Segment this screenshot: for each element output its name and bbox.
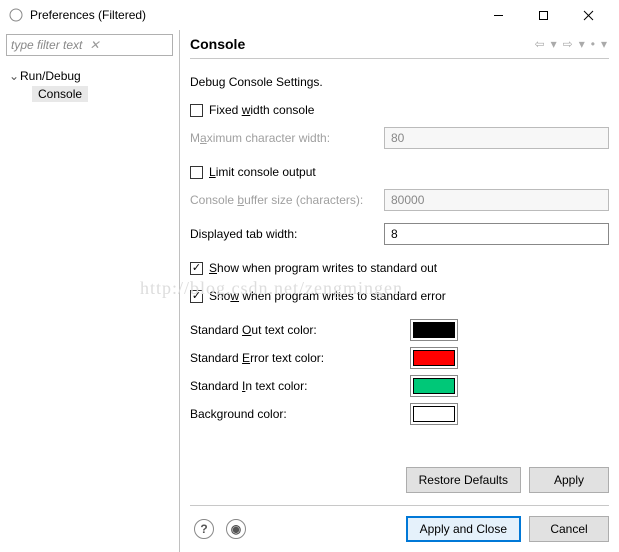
tab-width-input[interactable]: 8 — [384, 223, 609, 245]
back-icon[interactable]: ⇦ — [533, 37, 547, 51]
help-icon[interactable]: ? — [194, 519, 214, 539]
apply-and-close-button[interactable]: Apply and Close — [406, 516, 521, 542]
apply-button[interactable]: Apply — [529, 467, 609, 493]
tree-twisty-icon: ⌄ — [8, 69, 20, 83]
stdout-color-label: Standard Out text color: — [190, 323, 410, 337]
close-button[interactable] — [566, 1, 611, 29]
bg-color-button[interactable] — [410, 403, 458, 425]
tree-item-run-debug[interactable]: ⌄ Run/Debug — [2, 66, 177, 86]
show-stderr-checkbox[interactable] — [190, 290, 203, 303]
export-icon[interactable]: ◉ — [226, 519, 246, 539]
clear-filter-icon[interactable]: ✕ — [90, 38, 169, 52]
tab-width-label: Displayed tab width: — [190, 227, 297, 241]
stdin-color-label: Standard In text color: — [190, 379, 410, 393]
limit-output-checkbox[interactable] — [190, 166, 203, 179]
show-stdout-checkbox[interactable] — [190, 262, 203, 275]
bg-color-label: Background color: — [190, 407, 410, 421]
stdin-color-button[interactable] — [410, 375, 458, 397]
page-title: Console — [190, 36, 533, 52]
cancel-button[interactable]: Cancel — [529, 516, 609, 542]
window-title: Preferences (Filtered) — [30, 8, 476, 22]
fixed-width-checkbox[interactable] — [190, 104, 203, 117]
buffer-size-input: 80000 — [384, 189, 609, 211]
filter-placeholder: type filter text — [11, 38, 90, 52]
stdout-color-button[interactable] — [410, 319, 458, 341]
stderr-color-label: Standard Error text color: — [190, 351, 410, 365]
max-char-width-input: 80 — [384, 127, 609, 149]
restore-defaults-button[interactable]: Restore Defaults — [406, 467, 521, 493]
stderr-color-button[interactable] — [410, 347, 458, 369]
fixed-width-label: Fixed width console — [209, 103, 314, 117]
show-stderr-label: Show when program writes to standard err… — [209, 289, 446, 303]
show-stdout-label: Show when program writes to standard out — [209, 261, 437, 275]
tree-item-console[interactable]: Console — [32, 86, 88, 102]
window-icon — [8, 7, 24, 23]
minimize-button[interactable] — [476, 1, 521, 29]
tree-item-label: Run/Debug — [20, 69, 81, 83]
maximize-button[interactable] — [521, 1, 566, 29]
buffer-size-label: Console buffer size (characters): — [190, 193, 363, 207]
filter-input[interactable]: type filter text ✕ — [6, 34, 173, 56]
limit-output-label: Limit console output — [209, 165, 316, 179]
forward-icon[interactable]: ⇨ — [561, 37, 575, 51]
nav-arrows[interactable]: ⇦▾ ⇨▾ •▾ — [533, 37, 609, 51]
max-char-width-label: Maximum character width: — [190, 131, 330, 145]
subtitle: Debug Console Settings. — [190, 75, 323, 89]
